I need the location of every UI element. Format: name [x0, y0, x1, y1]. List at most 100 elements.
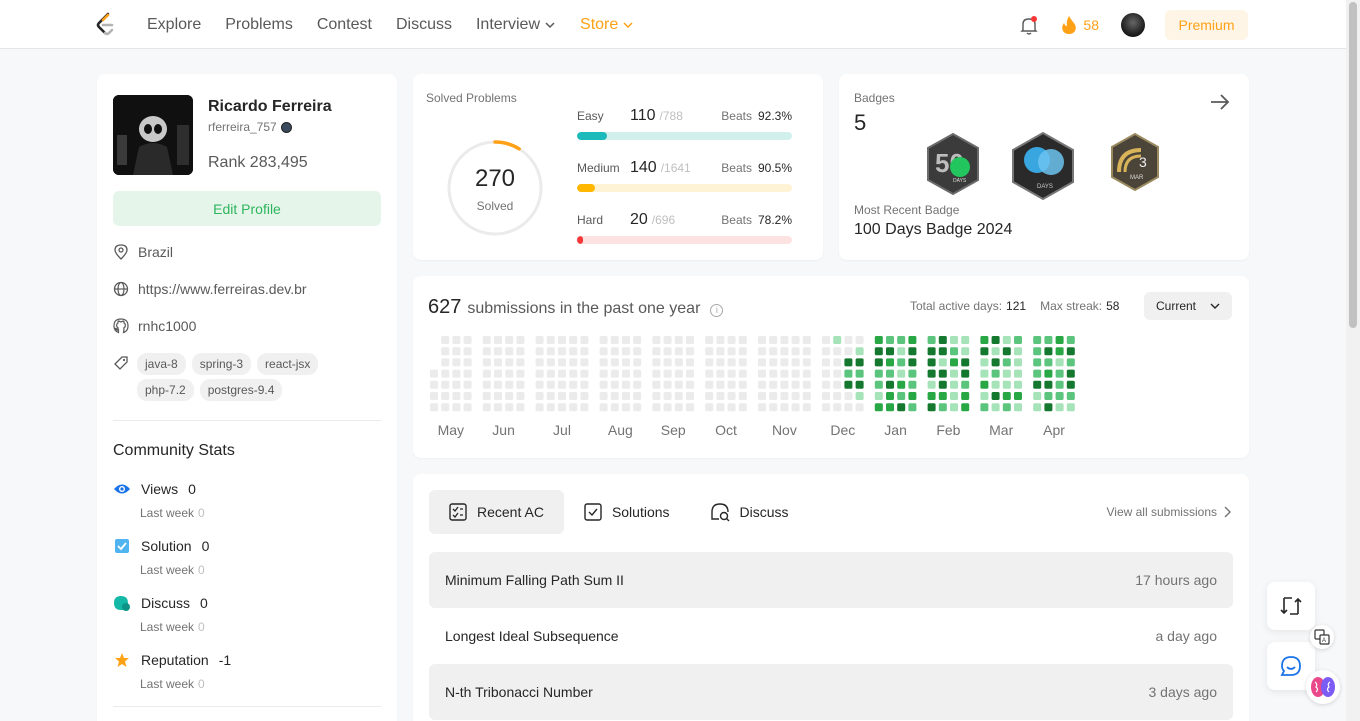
heatmap-cell[interactable]: [1066, 347, 1075, 356]
heatmap-cell[interactable]: [855, 369, 864, 378]
heatmap-cell[interactable]: [908, 358, 917, 367]
heatmap-cell[interactable]: [855, 347, 864, 356]
heatmap-cell[interactable]: [663, 347, 672, 356]
heatmap-cell[interactable]: [452, 392, 461, 400]
year-selector[interactable]: Current: [1144, 292, 1232, 320]
heatmap-cell[interactable]: [1014, 392, 1022, 400]
heatmap-cell[interactable]: [569, 358, 578, 367]
heatmap-cell[interactable]: [874, 358, 883, 367]
heatmap-cell[interactable]: [822, 369, 830, 378]
heatmap-cell[interactable]: [516, 403, 525, 412]
skill-tag[interactable]: react-jsx: [257, 353, 319, 375]
heatmap-cell[interactable]: [844, 403, 853, 412]
heatmap-cell[interactable]: [716, 347, 725, 356]
heatmap-cell[interactable]: [833, 392, 842, 400]
heatmap-cell[interactable]: [535, 403, 544, 412]
heatmap-cell[interactable]: [927, 358, 936, 367]
heatmap-cell[interactable]: [441, 336, 450, 344]
user-avatar-menu[interactable]: [1121, 13, 1145, 37]
heatmap-cell[interactable]: [516, 347, 525, 356]
heatmap-cell[interactable]: [633, 392, 642, 400]
heatmap-cell[interactable]: [686, 358, 694, 367]
heatmap-cell[interactable]: [961, 403, 970, 412]
heatmap-cell[interactable]: [430, 392, 438, 400]
heatmap-cell[interactable]: [1014, 358, 1022, 367]
heatmap-cell[interactable]: [599, 347, 608, 356]
heatmap-cell[interactable]: [569, 336, 578, 344]
heatmap-cell[interactable]: [874, 336, 883, 344]
heatmap-cell[interactable]: [780, 336, 789, 344]
heatmap-cell[interactable]: [886, 358, 894, 367]
heatmap-cell[interactable]: [494, 380, 502, 389]
heatmap-cell[interactable]: [1066, 358, 1075, 367]
heatmap-cell[interactable]: [897, 392, 906, 400]
heatmap-cell[interactable]: [758, 380, 766, 389]
heatmap-cell[interactable]: [546, 336, 555, 344]
heatmap-cell[interactable]: [610, 369, 619, 378]
heatmap-cell[interactable]: [505, 403, 514, 412]
heatmap-cell[interactable]: [599, 336, 608, 344]
heatmap-cell[interactable]: [758, 403, 766, 412]
heatmap-cell[interactable]: [705, 347, 714, 356]
heatmap-cell[interactable]: [505, 336, 514, 344]
heatmap-cell[interactable]: [991, 369, 1000, 378]
heatmap-cell[interactable]: [452, 369, 461, 378]
heatmap-cell[interactable]: [822, 392, 830, 400]
tab-recent-ac[interactable]: Recent AC: [429, 490, 564, 534]
heatmap-cell[interactable]: [950, 369, 958, 378]
heatmap-cell[interactable]: [980, 392, 989, 400]
heatmap-cell[interactable]: [686, 392, 694, 400]
heatmap-cell[interactable]: [738, 336, 747, 344]
heatmap-cell[interactable]: [494, 358, 502, 367]
heatmap-cell[interactable]: [535, 358, 544, 367]
heatmap-cell[interactable]: [1033, 336, 1042, 344]
heatmap-cell[interactable]: [705, 358, 714, 367]
heatmap-cell[interactable]: [991, 336, 1000, 344]
heatmap-cell[interactable]: [558, 369, 566, 378]
list-item[interactable]: Longest Ideal Subsequence a day ago: [429, 608, 1233, 664]
heatmap-cell[interactable]: [938, 403, 947, 412]
skill-tag[interactable]: php-7.2: [137, 379, 194, 401]
heatmap-cell[interactable]: [516, 358, 525, 367]
nav-explore[interactable]: Explore: [147, 16, 201, 34]
heatmap-cell[interactable]: [580, 347, 589, 356]
heatmap-cell[interactable]: [833, 369, 842, 378]
heatmap-cell[interactable]: [663, 403, 672, 412]
heatmap-cell[interactable]: [1033, 369, 1042, 378]
heatmap-cell[interactable]: [610, 380, 619, 389]
nav-contest[interactable]: Contest: [317, 16, 372, 34]
heatmap-cell[interactable]: [663, 392, 672, 400]
heatmap-cell[interactable]: [599, 403, 608, 412]
heatmap-cell[interactable]: [546, 347, 555, 356]
heatmap-cell[interactable]: [652, 403, 661, 412]
heatmap-cell[interactable]: [482, 392, 491, 400]
heatmap-cell[interactable]: [738, 358, 747, 367]
heatmap-cell[interactable]: [758, 358, 766, 367]
heatmap-cell[interactable]: [452, 380, 461, 389]
heatmap-cell[interactable]: [558, 358, 566, 367]
heatmap-cell[interactable]: [908, 369, 917, 378]
heatmap-cell[interactable]: [622, 403, 630, 412]
heatmap-cell[interactable]: [686, 403, 694, 412]
leetcode-logo-icon[interactable]: [94, 12, 118, 38]
heatmap-cell[interactable]: [844, 380, 853, 389]
heatmap-cell[interactable]: [802, 336, 811, 344]
heatmap-cell[interactable]: [802, 347, 811, 356]
github-link[interactable]: rnhc1000: [138, 318, 196, 334]
heatmap-cell[interactable]: [535, 369, 544, 378]
heatmap-cell[interactable]: [1055, 380, 1064, 389]
heatmap-cell[interactable]: [950, 336, 958, 344]
heatmap-cell[interactable]: [622, 369, 630, 378]
heatmap-cell[interactable]: [622, 358, 630, 367]
heatmap-cell[interactable]: [738, 403, 747, 412]
notification-bell-icon[interactable]: [1017, 13, 1041, 37]
heatmap-cell[interactable]: [633, 380, 642, 389]
heatmap-cell[interactable]: [633, 369, 642, 378]
heatmap-cell[interactable]: [1002, 347, 1011, 356]
heatmap-cell[interactable]: [535, 380, 544, 389]
heatmap-cell[interactable]: [822, 336, 830, 344]
heatmap-cell[interactable]: [622, 347, 630, 356]
heatmap-cell[interactable]: [463, 336, 472, 344]
heatmap-cell[interactable]: [610, 358, 619, 367]
heatmap-cell[interactable]: [758, 336, 766, 344]
